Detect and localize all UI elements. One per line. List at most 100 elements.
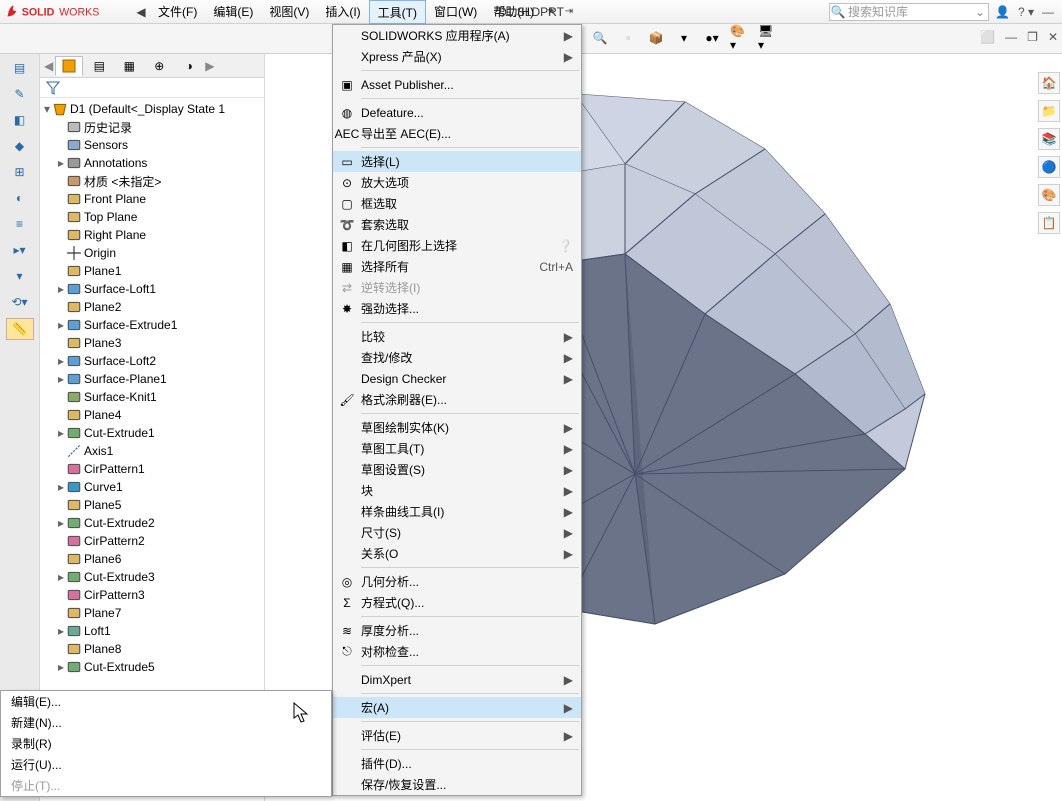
submenu-item[interactable]: 运行(U)... (1, 754, 331, 775)
more2-icon[interactable]: ▾ (8, 266, 32, 286)
menu-item[interactable]: 评估(E)▶ (333, 725, 581, 746)
menu-编辑[interactable]: 编辑(E) (205, 0, 261, 24)
tree-item[interactable]: 材质 <未指定> (42, 172, 264, 190)
menu-item[interactable]: 草图绘制实体(K)▶ (333, 417, 581, 438)
menu-item[interactable]: 比较▶ (333, 326, 581, 347)
taskpane-resources-icon[interactable]: 📁 (1038, 100, 1060, 122)
menu-item[interactable]: ▣Asset Publisher... (333, 74, 581, 95)
sketch-tab-icon[interactable]: ✎ (8, 84, 32, 104)
user-icon[interactable]: 👤 (995, 5, 1010, 19)
menu-item[interactable]: Xpress 产品(X)▶ (333, 46, 581, 67)
tree-item[interactable]: Plane4 (42, 406, 264, 424)
help-icon[interactable]: ? ▾ (1018, 5, 1034, 19)
tree-item[interactable]: ▸Surface-Extrude1 (42, 316, 264, 334)
menu-item[interactable]: 宏(A)▶ (333, 697, 581, 718)
menu-item[interactable]: ➰套索选取 (333, 214, 581, 235)
window-minimize-icon[interactable]: — (1005, 30, 1017, 44)
menu-item[interactable]: ⎋对称检查... (333, 641, 581, 662)
menu-nav-prev[interactable]: ◀ (132, 1, 150, 23)
tree-item[interactable]: Plane1 (42, 262, 264, 280)
tree-item[interactable]: Plane7 (42, 604, 264, 622)
measure-icon[interactable]: 📏 (6, 318, 34, 340)
more1-icon[interactable]: ▸▾ (8, 240, 32, 260)
menu-item[interactable]: ◎几何分析... (333, 571, 581, 592)
tree-item[interactable]: Plane3 (42, 334, 264, 352)
tree-item[interactable]: ▸Cut-Extrude2 (42, 514, 264, 532)
minimize-host-icon[interactable]: — (1042, 5, 1054, 19)
tree-filter[interactable] (40, 78, 264, 98)
menu-item[interactable]: 查找/修改▶ (333, 347, 581, 368)
tree-item[interactable]: CirPattern1 (42, 460, 264, 478)
submenu-item[interactable]: 新建(N)... (1, 712, 331, 733)
dimxpert-tab[interactable]: ⊕ (145, 56, 173, 76)
taskpane-library-icon[interactable]: 📚 (1038, 128, 1060, 150)
menu-插入[interactable]: 插入(I) (317, 0, 368, 24)
tree-item[interactable]: Plane6 (42, 550, 264, 568)
tree-item[interactable]: 历史记录 (42, 118, 264, 136)
search-dropdown-icon[interactable]: ⌄ (972, 5, 988, 19)
evaluate-tab-icon[interactable]: ◆ (8, 136, 32, 156)
tree-item[interactable]: Plane2 (42, 298, 264, 316)
tab-nav-next[interactable]: ▶ (205, 59, 214, 73)
tree-item[interactable]: CirPattern3 (42, 586, 264, 604)
menu-item[interactable]: AEC导出至 AEC(E)... (333, 123, 581, 144)
menu-item[interactable]: 样条曲线工具(I)▶ (333, 501, 581, 522)
menu-item[interactable]: Σ方程式(Q)... (333, 592, 581, 613)
menu-nav-next[interactable]: ★ (542, 1, 560, 23)
menu-item[interactable]: 草图工具(T)▶ (333, 438, 581, 459)
tree-root-label[interactable]: D1 (Default<_Display State 1 (70, 102, 225, 116)
knowledge-search[interactable]: 🔍 搜索知识库 ⌄ (829, 3, 989, 21)
tree-item[interactable]: Origin (42, 244, 264, 262)
tree-item[interactable]: Sensors (42, 136, 264, 154)
tree-item[interactable]: ▸Cut-Extrude5 (42, 658, 264, 676)
scene-icon[interactable]: ▾ (674, 28, 694, 48)
tree-item[interactable]: ▸Loft1 (42, 622, 264, 640)
tree-item[interactable]: Surface-Knit1 (42, 388, 264, 406)
tree-item[interactable]: ▸Cut-Extrude3 (42, 568, 264, 586)
surfaces-tab-icon[interactable]: ◧ (8, 110, 32, 130)
tree-item[interactable]: CirPattern2 (42, 532, 264, 550)
menu-帮助[interactable]: 帮助(H) (485, 0, 542, 24)
render-tab-icon[interactable]: ◐ (8, 188, 32, 208)
feature-tree-tab[interactable] (55, 56, 83, 76)
tab-nav-prev[interactable]: ◀ (44, 59, 53, 73)
property-tab[interactable]: ▤ (85, 56, 113, 76)
menu-文件[interactable]: 文件(F) (150, 0, 205, 24)
menu-item[interactable]: ▦选择所有Ctrl+A (333, 256, 581, 277)
tree-item[interactable]: ▸Surface-Loft2 (42, 352, 264, 370)
view-orientation-icon[interactable]: 🔍 (590, 28, 610, 48)
menu-item[interactable]: 🖌格式涂刷器(E)... (333, 389, 581, 410)
render-icon[interactable]: 🎨▾ (730, 28, 750, 48)
dimxpert-tab-icon[interactable]: ⊞ (8, 162, 32, 182)
menu-窗口[interactable]: 窗口(W) (426, 0, 485, 24)
menu-item[interactable]: ▭选择(L) (333, 151, 581, 172)
config-tab[interactable]: ▦ (115, 56, 143, 76)
tree-item[interactable]: ▸Annotations (42, 154, 264, 172)
submenu-item[interactable]: 编辑(E)... (1, 691, 331, 712)
tree-item[interactable]: ▸Surface-Loft1 (42, 280, 264, 298)
menu-item[interactable]: ⊙放大选项 (333, 172, 581, 193)
menu-item[interactable]: ✸强劲选择... (333, 298, 581, 319)
menu-item[interactable]: SOLIDWORKS 应用程序(A)▶ (333, 25, 581, 46)
tree-item[interactable]: Axis1 (42, 442, 264, 460)
menu-item[interactable]: 尺寸(S)▶ (333, 522, 581, 543)
menu-item[interactable]: Design Checker▶ (333, 368, 581, 389)
screen-icon[interactable]: 🖥▾ (758, 28, 778, 48)
tree-item[interactable]: ▸Curve1 (42, 478, 264, 496)
menu-item[interactable]: ▢框选取 (333, 193, 581, 214)
taskpane-appearance-icon[interactable]: 🎨 (1038, 184, 1060, 206)
tree-item[interactable]: Plane8 (42, 640, 264, 658)
tree-item[interactable]: Front Plane (42, 190, 264, 208)
tree-item[interactable]: Plane5 (42, 496, 264, 514)
taskpane-home-icon[interactable]: 🏠 (1038, 72, 1060, 94)
taskpane-view-icon[interactable]: 🔵 (1038, 156, 1060, 178)
menu-item[interactable]: DimXpert▶ (333, 669, 581, 690)
window-close-icon[interactable]: ✕ (1048, 30, 1058, 44)
tree-item[interactable]: Right Plane (42, 226, 264, 244)
menu-item[interactable]: ◍Defeature... (333, 102, 581, 123)
menu-item[interactable]: ◧在几何图形上选择❔ (333, 235, 581, 256)
menu-item[interactable]: 草图设置(S)▶ (333, 459, 581, 480)
tree-item[interactable]: ▸Surface-Plane1 (42, 370, 264, 388)
tree-root[interactable]: ▾D1 (Default<_Display State 1 (42, 100, 264, 118)
menu-item[interactable]: 关系(O▶ (333, 543, 581, 564)
